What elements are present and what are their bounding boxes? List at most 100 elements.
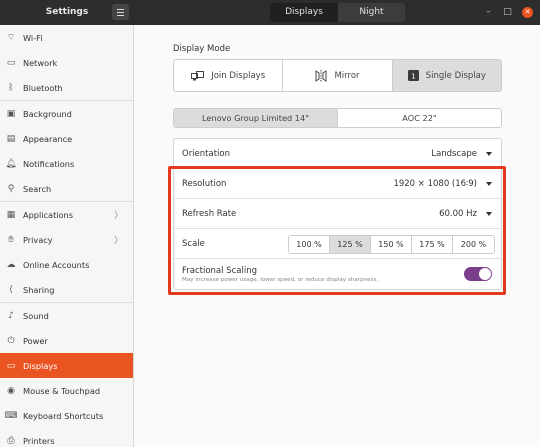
sidebar-item-notifications[interactable]: 🔔︎ Notifications xyxy=(0,151,133,176)
sidebar-item-printers[interactable]: ⎙ Printers xyxy=(0,428,133,447)
scale-options: 100 % 125 % 150 % 175 % 200 % xyxy=(288,235,495,254)
scale-200-button[interactable]: 200 % xyxy=(453,236,494,253)
refresh-rate-row[interactable]: Refresh Rate 60.00 Hz xyxy=(174,199,501,229)
single-display-label: Single Display xyxy=(425,70,486,81)
dropdown-arrow-icon xyxy=(486,211,492,216)
sidebar-item-label: Applications xyxy=(23,209,74,220)
menu-icon xyxy=(117,8,124,10)
scale-175-button[interactable]: 175 % xyxy=(412,236,453,253)
tab-displays[interactable]: Displays xyxy=(270,3,338,22)
mirror-label: Mirror xyxy=(334,70,360,81)
mirror-button[interactable]: Mirror xyxy=(283,60,393,91)
display-settings-list: Orientation Landscape Resolution 1920 × … xyxy=(173,138,502,290)
orientation-label: Orientation xyxy=(182,148,230,159)
sidebar-item-power[interactable]: ⏻ Power xyxy=(0,328,133,353)
sidebar-item-label: Online Accounts xyxy=(23,259,90,270)
svg-text:1: 1 xyxy=(411,73,415,81)
sidebar-item-mouse-touchpad[interactable]: ◉ Mouse & Touchpad xyxy=(0,378,133,403)
sidebar-item-privacy[interactable]: ✋︎ Privacy 〉 xyxy=(0,227,133,252)
scale-label: Scale xyxy=(182,238,205,249)
printer-icon: ⎙ xyxy=(7,435,15,446)
close-button[interactable]: ✕ xyxy=(522,7,533,18)
sidebar-item-background[interactable]: ▣ Background xyxy=(0,101,133,126)
sidebar-item-displays[interactable]: ▭ Displays xyxy=(0,353,133,378)
sidebar-item-label: Displays xyxy=(23,360,58,371)
single-display-icon: 1 xyxy=(407,70,419,81)
scale-row: Scale 100 % 125 % 150 % 175 % 200 % xyxy=(174,229,501,259)
sidebar-item-label: Search xyxy=(23,183,52,194)
bluetooth-icon: ᛒ xyxy=(8,82,14,93)
cloud-icon: ☁ xyxy=(6,259,16,270)
display-icon: ▭ xyxy=(6,360,16,371)
toggle-knob xyxy=(479,268,491,280)
sidebar-item-label: Appearance xyxy=(23,133,73,144)
dropdown-arrow-icon xyxy=(486,151,492,156)
sidebar-item-network[interactable]: ▭ Network xyxy=(0,50,133,75)
sidebar-item-label: Power xyxy=(23,335,48,346)
fractional-scaling-subtitle: May increase power usage, lower speed, o… xyxy=(182,276,379,283)
menu-button[interactable] xyxy=(112,4,129,20)
sidebar-item-label: Wi-Fi xyxy=(23,32,43,43)
sidebar-item-online-accounts[interactable]: ☁ Online Accounts xyxy=(0,252,133,277)
minimize-button[interactable]: – xyxy=(483,7,494,18)
monitor-lenovo-button[interactable]: Lenovo Group Limited 14" xyxy=(174,109,338,127)
maximize-button[interactable]: □ xyxy=(502,7,513,18)
sidebar-item-applications[interactable]: ▦ Applications 〉 xyxy=(0,202,133,227)
privacy-icon: ✋︎ xyxy=(8,234,14,245)
chevron-right-icon: 〉 xyxy=(113,211,123,221)
refresh-rate-value: 60.00 Hz xyxy=(439,208,477,219)
search-icon: ⚲ xyxy=(7,183,15,194)
dropdown-arrow-icon xyxy=(486,181,492,186)
scale-100-button[interactable]: 100 % xyxy=(289,236,330,253)
chevron-right-icon: 〉 xyxy=(113,236,123,246)
sidebar-item-keyboard-shortcuts[interactable]: ⌨ Keyboard Shortcuts xyxy=(0,403,133,428)
sidebar-item-sharing[interactable]: ⟨ Sharing xyxy=(0,277,133,302)
orientation-value: Landscape xyxy=(431,148,477,159)
sidebar-item-label: Mouse & Touchpad xyxy=(23,385,101,396)
monitor-selector: Lenovo Group Limited 14" AOC 22" xyxy=(173,108,502,128)
sidebar-item-wifi[interactable]: ⌔ Wi-Fi xyxy=(0,25,133,50)
sidebar-item-label: Network xyxy=(23,57,58,68)
sidebar-item-label: Bluetooth xyxy=(23,82,63,93)
share-icon: ⟨ xyxy=(9,284,13,295)
sidebar-item-label: Printers xyxy=(23,435,55,446)
sidebar-item-label: Sound xyxy=(23,310,49,321)
power-icon: ⏻ xyxy=(7,335,15,346)
join-displays-button[interactable]: Join Displays xyxy=(174,60,284,91)
resolution-value: 1920 × 1080 (16∶9) xyxy=(393,178,477,189)
background-icon: ▣ xyxy=(6,108,16,119)
fractional-scaling-row: Fractional Scaling May increase power us… xyxy=(174,259,501,289)
monitor-aoc-button[interactable]: AOC 22" xyxy=(338,109,501,127)
orientation-row[interactable]: Orientation Landscape xyxy=(174,139,501,169)
bell-icon: 🔔︎ xyxy=(5,158,17,169)
applications-icon: ▦ xyxy=(6,209,16,220)
displays-panel: Display Mode Join Displays Mirror 1 Sing… xyxy=(135,25,540,447)
mirror-icon xyxy=(315,69,327,82)
display-mode-title: Display Mode xyxy=(173,44,231,54)
sidebar-item-appearance[interactable]: ▤ Appearance xyxy=(0,126,133,151)
sidebar-item-label: Notifications xyxy=(23,158,75,169)
fractional-scaling-toggle[interactable] xyxy=(464,267,492,281)
single-display-button[interactable]: 1 Single Display xyxy=(392,60,501,91)
display-mode-group: Join Displays Mirror 1 Single Display xyxy=(173,59,502,92)
sound-icon: ♪ xyxy=(8,310,14,321)
sidebar-item-label: Keyboard Shortcuts xyxy=(23,410,104,421)
sidebar-item-search[interactable]: ⚲ Search xyxy=(0,176,133,201)
refresh-rate-label: Refresh Rate xyxy=(182,208,237,219)
mouse-icon: ◉ xyxy=(7,385,15,396)
appearance-icon: ▤ xyxy=(6,133,16,144)
sidebar-item-bluetooth[interactable]: ᛒ Bluetooth xyxy=(0,75,133,100)
network-icon: ▭ xyxy=(6,57,16,68)
sidebar: ⌔ Wi-Fi ▭ Network ᛒ Bluetooth ▣ Backgrou… xyxy=(0,25,134,447)
sidebar-item-sound[interactable]: ♪ Sound xyxy=(0,303,133,328)
fractional-scaling-title: Fractional Scaling xyxy=(182,265,257,276)
tab-night-light[interactable]: Night Light xyxy=(338,3,405,22)
scale-150-button[interactable]: 150 % xyxy=(371,236,412,253)
sidebar-item-label: Sharing xyxy=(23,284,55,295)
header-bar: Settings Displays Night Light – □ ✕ xyxy=(0,0,540,25)
scale-125-button[interactable]: 125 % xyxy=(330,236,371,253)
join-displays-label: Join Displays xyxy=(211,70,266,81)
join-displays-icon xyxy=(191,70,205,81)
resolution-label: Resolution xyxy=(182,178,227,189)
resolution-row[interactable]: Resolution 1920 × 1080 (16∶9) xyxy=(174,169,501,199)
